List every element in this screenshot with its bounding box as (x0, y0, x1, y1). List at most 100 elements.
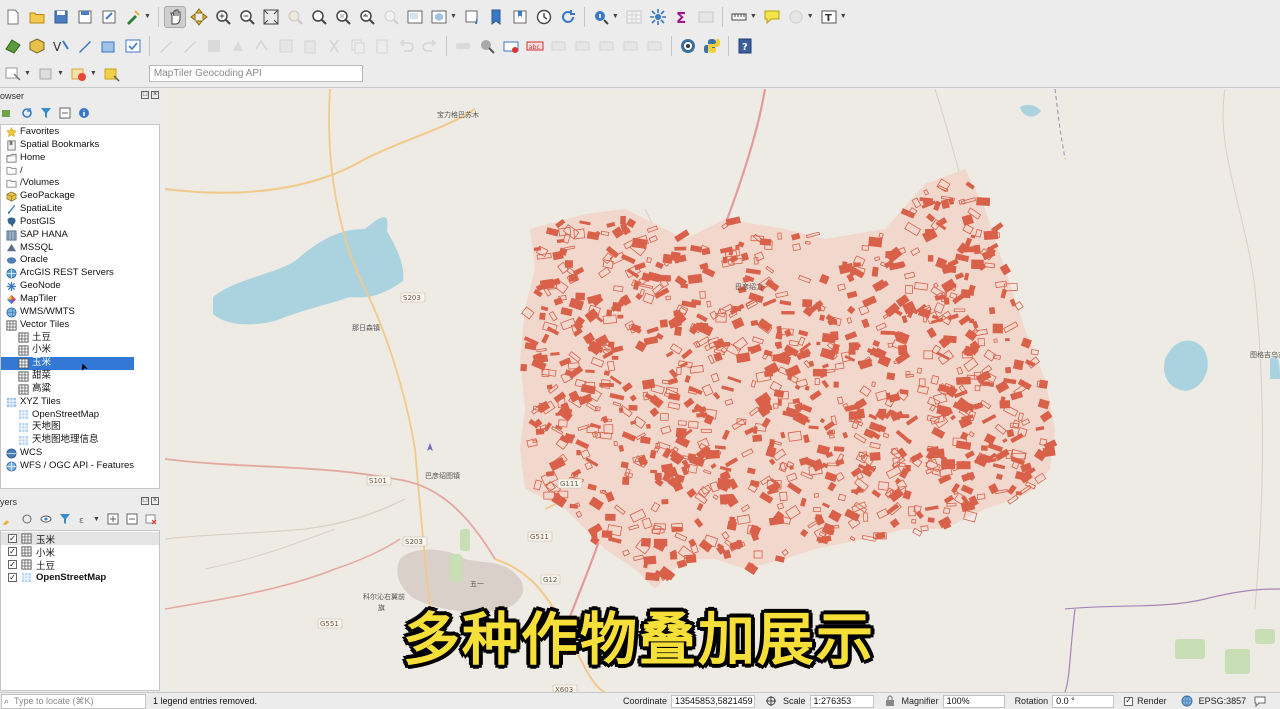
render-checkbox[interactable]: ✓ (1124, 696, 1134, 706)
manage-visibility-icon[interactable] (38, 511, 54, 527)
dropdown-arrow-icon[interactable]: ▼ (750, 13, 757, 20)
print-layout-icon[interactable] (98, 6, 120, 28)
collapse-all-icon[interactable] (124, 511, 140, 527)
filter-icon[interactable] (38, 105, 54, 121)
browser-item[interactable]: 小米 (1, 344, 159, 357)
help-icon[interactable]: ? (734, 35, 756, 57)
layer-row[interactable]: ✓ 小米 (1, 545, 159, 559)
browser-item[interactable]: XYZ Tiles (1, 396, 159, 409)
dropdown-arrow-icon[interactable]: ▼ (450, 13, 457, 20)
browser-item[interactable]: MSSQL (1, 242, 159, 255)
magnifier-field[interactable]: 100% (942, 694, 1005, 708)
dropdown-arrow-icon[interactable]: ▼ (612, 13, 619, 20)
zoom-next-icon[interactable] (380, 6, 402, 28)
zoom-last-icon[interactable] (356, 6, 378, 28)
lock-scale-icon[interactable] (884, 695, 896, 707)
close-panel-icon[interactable]: × (151, 91, 159, 99)
close-panel-icon[interactable]: × (151, 497, 159, 505)
dropdown-arrow-icon[interactable]: ▼ (807, 13, 814, 20)
new-map-view-icon[interactable] (404, 6, 426, 28)
save-as-icon[interactable] (74, 6, 96, 28)
select-by-value-icon[interactable] (101, 63, 123, 85)
browser-item[interactable]: WMS/WMTS (1, 306, 159, 319)
open-data-source-manager-icon[interactable] (2, 35, 24, 57)
pan-to-selection-icon[interactable] (188, 6, 210, 28)
browser-item[interactable]: Spatial Bookmarks (1, 139, 159, 152)
layer-row[interactable]: ✓ 玉米 (1, 532, 159, 546)
select-by-location-icon[interactable] (68, 63, 90, 85)
toggle-extents-icon[interactable] (765, 695, 777, 707)
add-layer-icon[interactable] (98, 35, 120, 57)
expand-all-icon[interactable] (105, 511, 121, 527)
dropdown-arrow-icon[interactable]: ▼ (24, 70, 31, 77)
browser-item[interactable]: MapTiler (1, 293, 159, 306)
identify-icon[interactable] (590, 6, 612, 28)
coordinate-field[interactable]: 13545853,5821459 (671, 694, 756, 708)
statistics-icon[interactable]: Σ (671, 6, 693, 28)
modify-attributes-icon[interactable] (275, 35, 297, 57)
measure-line-icon[interactable] (728, 6, 750, 28)
browser-item[interactable]: ArcGIS REST Servers (1, 267, 159, 280)
filter-by-expression-icon[interactable]: ε (76, 511, 92, 527)
move-label-icon[interactable] (572, 35, 594, 57)
measure-icon[interactable] (695, 6, 717, 28)
paste-features-icon[interactable] (371, 35, 393, 57)
zoom-out-icon[interactable] (236, 6, 258, 28)
properties-info-icon[interactable] (76, 105, 92, 121)
cut-features-icon[interactable] (323, 35, 345, 57)
style-manager-icon[interactable] (122, 6, 144, 28)
browser-item[interactable]: PostGIS (1, 216, 159, 229)
locator-search-input[interactable]: ⌕ Type to locate (⌘K) (1, 693, 146, 709)
scale-field[interactable]: 1:276353 (809, 694, 874, 708)
new-3d-view-icon[interactable] (428, 6, 450, 28)
collapse-all-icon[interactable] (57, 105, 73, 121)
python-console-icon[interactable] (701, 35, 723, 57)
float-panel-icon[interactable]: □ (141, 497, 149, 505)
undo-icon[interactable] (395, 35, 417, 57)
temporal-icon[interactable] (461, 6, 483, 28)
zoom-to-layer-icon[interactable] (308, 6, 330, 28)
dropdown-arrow-icon[interactable]: ▼ (90, 70, 97, 77)
bookmark-icon[interactable] (485, 6, 507, 28)
add-group-icon[interactable] (19, 511, 35, 527)
refresh-icon[interactable] (19, 105, 35, 121)
browser-item[interactable]: Home (1, 152, 159, 165)
zoom-native-icon[interactable] (332, 6, 354, 28)
attribute-table-icon[interactable] (623, 6, 645, 28)
layer-visibility-checkbox[interactable]: ✓ (8, 560, 17, 569)
zoom-full-icon[interactable] (260, 6, 282, 28)
browser-item[interactable]: OpenStreetMap (1, 409, 159, 422)
pan-icon[interactable] (163, 5, 186, 28)
layer-row[interactable]: ✓ OpenStreetMap (1, 571, 159, 584)
dropdown-arrow-icon[interactable]: ▼ (840, 13, 847, 20)
text-annotation-icon[interactable]: T (818, 6, 840, 28)
dropdown-arrow-icon[interactable]: ▼ (93, 516, 100, 523)
layer-visibility-checkbox[interactable]: ✓ (8, 534, 17, 543)
browser-item[interactable]: Favorites (1, 126, 159, 139)
new-shapefile-layer-icon[interactable]: V (50, 35, 72, 57)
select-icon[interactable] (785, 6, 807, 28)
remove-layer-icon[interactable] (143, 511, 159, 527)
browser-item[interactable]: 玉米 ➤ (1, 357, 134, 373)
save-edits-icon[interactable] (203, 35, 225, 57)
processing-icon[interactable] (647, 6, 669, 28)
toggle-editing-icon[interactable] (179, 35, 201, 57)
layer-labeling-icon[interactable] (500, 35, 522, 57)
messages-icon[interactable] (1254, 695, 1266, 707)
show-bookmarks-icon[interactable] (509, 6, 531, 28)
filter-legend-icon[interactable] (57, 511, 73, 527)
browser-item[interactable]: SpatiaLite (1, 203, 159, 216)
edit-pencil-icon[interactable] (155, 35, 177, 57)
browser-item[interactable]: WFS / OGC API - Features (1, 460, 159, 473)
copy-features-icon[interactable] (347, 35, 369, 57)
browser-item[interactable]: /Volumes (1, 177, 159, 190)
dropdown-arrow-icon[interactable]: ▼ (144, 13, 151, 20)
layer-visibility-checkbox[interactable]: ✓ (8, 547, 17, 556)
zoom-to-selection-icon[interactable] (284, 6, 306, 28)
browser-item[interactable]: 土豆 (1, 332, 159, 345)
rotation-field[interactable]: 0.0 ° (1052, 694, 1115, 708)
deselect-icon[interactable] (35, 63, 57, 85)
browser-item[interactable]: 高粱 (1, 383, 159, 396)
new-geopackage-layer-icon[interactable] (26, 35, 48, 57)
browser-item[interactable]: WCS (1, 447, 159, 460)
